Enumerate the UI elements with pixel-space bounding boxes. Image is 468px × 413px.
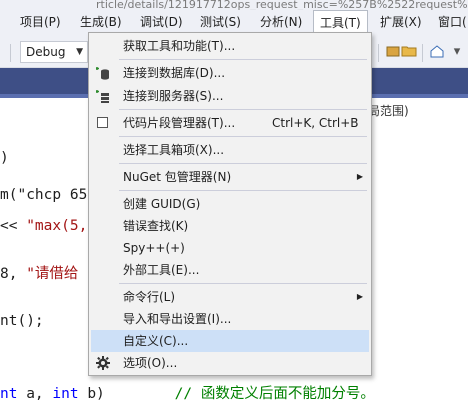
code-line: 8, "请借给 <box>0 262 78 283</box>
code-token: 8, <box>0 266 27 282</box>
menu-item-error-lookup[interactable]: 错误查找(K) <box>91 215 369 237</box>
menu-separator <box>119 283 367 284</box>
submenu-arrow-icon: ▶ <box>356 172 363 181</box>
menu-separator <box>119 59 367 60</box>
menu-item-get-tools[interactable]: 获取工具和功能(T)... <box>91 35 369 57</box>
menu-item-label: 外部工具(E)... <box>123 263 200 277</box>
brace-glyph: ) <box>0 150 9 166</box>
chevron-down-icon: ▼ <box>76 47 83 57</box>
gear-icon <box>95 355 111 371</box>
toolbar-separator <box>10 44 11 62</box>
menu-separator <box>119 136 367 137</box>
keyword: int <box>52 386 79 402</box>
menu-item-label: 自定义(C)... <box>123 334 189 348</box>
menu-item-choose-toolbox-items[interactable]: 选择工具箱项(X)... <box>91 139 369 161</box>
menu-item-create-guid[interactable]: 创建 GUID(G) <box>91 193 369 215</box>
menu-item-label: 创建 GUID(G) <box>123 197 201 211</box>
menu-analyze[interactable]: 分析(N) <box>254 10 308 34</box>
scope-hint: 局范围) <box>368 104 409 118</box>
menu-bar: rticle/details/121917712ops_request_misc… <box>0 0 468 36</box>
menu-item-external-tools[interactable]: 外部工具(E)... <box>91 259 369 281</box>
menu-item-customize[interactable]: 自定义(C)... <box>91 330 369 352</box>
menu-debug[interactable]: 调试(D) <box>134 10 189 34</box>
string-literal: "请借给 <box>26 266 79 282</box>
menu-item-label: 获取工具和功能(T)... <box>123 39 236 53</box>
menu-item-snippets-manager[interactable]: 代码片段管理器(T)... Ctrl+K, Ctrl+B <box>91 112 369 134</box>
submenu-arrow-icon: ▶ <box>356 292 363 301</box>
menu-item-nuget-package-manager[interactable]: NuGet 包管理器(N) ▶ <box>91 166 369 188</box>
menu-item-command-line[interactable]: 命令行(L) ▶ <box>91 286 369 308</box>
code-line-function: nt a, int b) // 函数定义后面不能加分号。 <box>0 382 375 403</box>
menu-item-label: 错误查找(K) <box>123 219 189 233</box>
home-icon[interactable] <box>428 43 446 61</box>
code-line: nt(); <box>0 313 44 329</box>
menu-item-label: NuGet 包管理器(N) <box>123 170 232 184</box>
code-comment: // 函数定义后面不能加分号。 <box>174 386 375 402</box>
code-line-brace: ) <box>0 150 9 166</box>
tools-menu-dropdown: 获取工具和功能(T)... 连接到数据库(D)... 连接到服务器(S)... … <box>88 32 372 376</box>
menu-item-connect-server[interactable]: 连接到服务器(S)... <box>91 85 369 107</box>
code-line: << "max(5, <box>0 218 87 234</box>
menu-item-spy-plus-plus[interactable]: Spy++(+) <box>91 237 369 259</box>
url-strip: rticle/details/121917712ops_request_misc… <box>96 0 468 10</box>
menu-item-import-export-settings[interactable]: 导入和导出设置(I)... <box>91 308 369 330</box>
code-token: << <box>0 218 27 234</box>
menu-separator <box>119 190 367 191</box>
keyword: nt <box>0 386 18 402</box>
solution-configuration-dropdown[interactable]: Debug ▼ <box>20 41 88 63</box>
menu-item-label: Spy++(+) <box>123 241 185 255</box>
menu-project[interactable]: 项目(P) <box>14 10 67 34</box>
menu-item-label: 选项(O)... <box>123 356 178 370</box>
menu-item-options[interactable]: 选项(O)... <box>91 352 369 374</box>
menu-item-label: 命令行(L) <box>123 290 176 304</box>
chevron-down-icon[interactable]: ▾ <box>448 43 466 61</box>
menu-test[interactable]: 测试(S) <box>194 10 247 34</box>
menu-build[interactable]: 生成(B) <box>74 10 128 34</box>
code-token: b) <box>78 386 175 402</box>
configuration-value: Debug <box>26 45 66 59</box>
menu-window[interactable]: 窗口( <box>432 10 468 34</box>
menu-separator <box>119 109 367 110</box>
menu-item-label: 连接到数据库(D)... <box>123 66 226 80</box>
toolbar-separator <box>422 44 423 62</box>
menu-item-shortcut: Ctrl+K, Ctrl+B <box>272 116 359 130</box>
folder-icon[interactable] <box>400 43 418 61</box>
menu-item-label: 代码片段管理器(T)... <box>123 116 236 130</box>
menu-extensions[interactable]: 扩展(X) <box>374 10 428 34</box>
menu-separator <box>119 163 367 164</box>
database-connect-icon <box>95 65 111 81</box>
string-literal: "max(5, <box>26 218 88 234</box>
menu-item-label: 选择工具箱项(X)... <box>123 143 225 157</box>
menu-item-connect-database[interactable]: 连接到数据库(D)... <box>91 62 369 84</box>
menu-item-label: 连接到服务器(S)... <box>123 89 224 103</box>
checkbox-icon <box>97 117 108 128</box>
code-token: a, <box>17 386 53 402</box>
toolbar-separator <box>378 44 379 62</box>
code-line: m("chcp 65 <box>0 187 88 203</box>
menu-item-label: 导入和导出设置(I)... <box>123 312 232 326</box>
server-connect-icon <box>95 88 111 104</box>
